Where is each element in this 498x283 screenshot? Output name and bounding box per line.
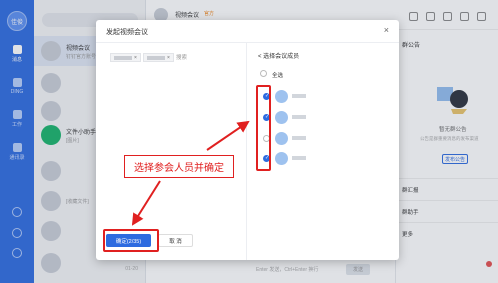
member-name-redacted bbox=[147, 55, 165, 60]
remove-icon[interactable]: × bbox=[134, 55, 137, 61]
cancel-button[interactable]: 取 消 bbox=[158, 234, 193, 247]
member-name-redacted bbox=[292, 156, 306, 160]
dialog-title: 发起视频会议 bbox=[106, 29, 148, 36]
close-icon[interactable]: × bbox=[384, 25, 389, 35]
member-name-redacted bbox=[292, 115, 306, 119]
member-row[interactable] bbox=[263, 150, 383, 168]
instruction-callout: 选择参会人员并确定 bbox=[124, 155, 234, 178]
avatar bbox=[275, 111, 288, 124]
checkbox-highlight-box bbox=[256, 85, 271, 171]
member-row[interactable] bbox=[263, 130, 383, 148]
member-row[interactable] bbox=[263, 109, 383, 127]
select-all-label: 全选 bbox=[272, 73, 284, 79]
back-to-members-link[interactable]: < 选择会议成员 bbox=[258, 51, 299, 60]
avatar bbox=[275, 152, 288, 165]
selected-member-chip[interactable]: × bbox=[143, 53, 174, 62]
avatar bbox=[275, 90, 288, 103]
member-name-redacted bbox=[292, 136, 306, 140]
select-all-checkbox[interactable] bbox=[260, 70, 267, 77]
column-divider bbox=[246, 42, 247, 260]
member-name-redacted bbox=[292, 94, 306, 98]
avatar bbox=[275, 132, 288, 145]
member-row[interactable] bbox=[263, 88, 383, 106]
member-name-redacted bbox=[114, 55, 132, 60]
search-input[interactable]: 搜索 bbox=[176, 53, 187, 61]
start-video-meeting-dialog: 发起视频会议 × × × 搜索 < 选择会议成员 全选 确定(2/35) 取 消 bbox=[96, 20, 399, 260]
selected-member-chip[interactable]: × bbox=[110, 53, 141, 62]
remove-icon[interactable]: × bbox=[167, 55, 170, 61]
divider bbox=[96, 42, 399, 43]
confirm-highlight-box bbox=[103, 229, 159, 252]
